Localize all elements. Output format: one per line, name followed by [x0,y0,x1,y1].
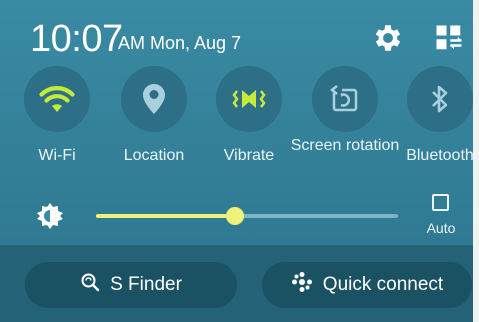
notification-panel: 10:07 AM Mon, Aug 7 Wi-Fi Location Vibra… [0,0,479,322]
screen-rotation-icon [312,66,378,132]
clock-time: 10:07 [30,18,123,60]
auto-brightness-checkbox[interactable] [432,194,449,211]
brightness-slider-thumb[interactable] [225,207,244,225]
s-finder-search-icon [80,272,100,298]
toggle-label: Screen rotation [290,137,400,154]
toggle-label: Bluetooth [406,147,474,164]
brightness-icon [34,200,66,232]
s-finder-button[interactable]: S Finder [25,262,237,308]
bluetooth-icon [407,66,473,132]
settings-gear-icon[interactable] [371,21,405,55]
location-pin-icon [121,66,187,132]
toggle-screen-rotation[interactable]: Screen rotation [291,66,399,186]
screen-edge [473,0,479,322]
toggle-bluetooth[interactable]: Bluetooth [405,66,475,186]
wifi-icon [24,66,90,132]
brightness-slider[interactable] [96,207,398,225]
quick-connect-button[interactable]: Quick connect [262,262,472,308]
toggle-wifi[interactable]: Wi-Fi [22,66,92,186]
toggle-label: Vibrate [223,147,275,164]
s-finder-label: S Finder [110,274,182,295]
clock-date: AM Mon, Aug 7 [118,33,242,53]
toggle-label: Wi-Fi [38,147,76,164]
toggle-location[interactable]: Location [119,66,189,186]
vibrate-icon [216,66,282,132]
toggle-label: Location [123,147,185,164]
brightness-slider-fill [96,214,235,218]
toggle-vibrate[interactable]: Vibrate [214,66,284,186]
auto-brightness-label: Auto [426,220,456,236]
quick-connect-icon [291,271,313,299]
quick-connect-label: Quick connect [322,274,444,295]
edit-quick-settings-icon[interactable] [432,21,466,55]
